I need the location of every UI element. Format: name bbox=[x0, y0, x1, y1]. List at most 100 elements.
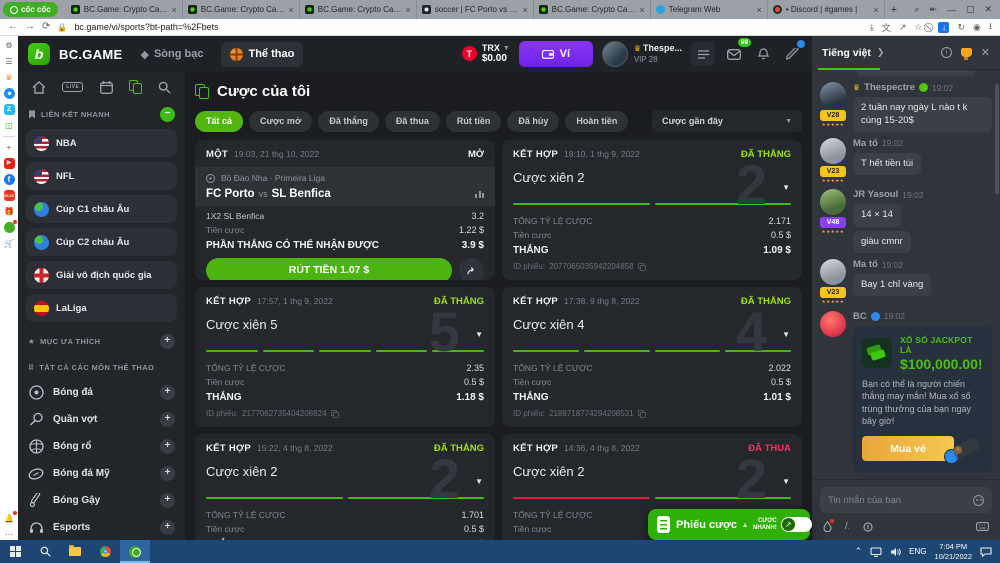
sidebar-item-cricket[interactable]: Bóng Gậy + bbox=[18, 487, 185, 514]
chat-rules-icon[interactable]: i bbox=[940, 47, 952, 58]
bcgame-logo-text[interactable]: BC.GAME bbox=[59, 47, 123, 62]
nav-sports[interactable]: Thể thao bbox=[221, 41, 304, 67]
chat-message-input[interactable] bbox=[828, 494, 967, 506]
mail-icon[interactable]: 99 bbox=[724, 38, 751, 66]
settings-gear-icon[interactable]: ⚙ bbox=[4, 40, 15, 51]
nav-casino[interactable]: ◆ Sòng bạc bbox=[132, 42, 213, 67]
sidebar-item-basketball[interactable]: Bóng rổ + bbox=[18, 433, 185, 460]
profile-icon[interactable]: ◉ bbox=[973, 22, 981, 33]
cashout-button[interactable]: RÚT TIỀN 1.07 $ bbox=[206, 257, 452, 280]
bell-icon[interactable] bbox=[753, 42, 773, 66]
sale-event-icon[interactable]: 25.10 bbox=[3, 190, 15, 201]
close-chat-icon[interactable]: ✕ bbox=[981, 46, 990, 59]
chat-messages[interactable]: Đặt cược Đặt cược 2092.50000 Lợi nhuận 2… bbox=[812, 70, 1000, 479]
sidebar-item-cup-c1[interactable]: Cúp C1 châu Âu bbox=[26, 195, 177, 223]
chevron-right-icon[interactable]: ❯ bbox=[877, 47, 885, 58]
chat-scrollbar[interactable] bbox=[995, 84, 999, 194]
rain-tip-icon[interactable] bbox=[823, 519, 834, 532]
address-bar[interactable]: bc.game/vi/sports?bt-path=%2Fbets bbox=[74, 22, 218, 32]
sort-dropdown[interactable]: Cược gần đây ▼ bbox=[652, 110, 802, 132]
copy-icon[interactable] bbox=[330, 409, 339, 418]
bookmark-star-icon[interactable]: ☆ bbox=[914, 22, 922, 33]
avatar[interactable] bbox=[820, 137, 846, 164]
avatar[interactable] bbox=[820, 189, 846, 216]
trophy-icon[interactable] bbox=[960, 48, 972, 60]
sidebar-item-nfl[interactable]: NFL bbox=[26, 162, 177, 190]
sidebar-item-tennis[interactable]: Quần vợt + bbox=[18, 406, 185, 433]
chat-username[interactable]: BC bbox=[853, 311, 867, 322]
games-icon[interactable]: ◫ bbox=[4, 120, 15, 131]
tab-close-icon[interactable]: × bbox=[289, 5, 294, 15]
chat-username[interactable]: Thespectre bbox=[864, 82, 915, 93]
filter-lost[interactable]: Đã thua bbox=[384, 110, 440, 132]
taskbar-search-icon[interactable] bbox=[30, 540, 60, 563]
stats-icon[interactable] bbox=[475, 190, 484, 198]
sidebar-item-american-football[interactable]: Bóng đá Mỹ + bbox=[18, 460, 185, 487]
chat-pin-icon[interactable] bbox=[782, 39, 806, 66]
copy-icon[interactable] bbox=[637, 262, 646, 271]
quick-bet-toggle[interactable]: ↗ bbox=[780, 517, 812, 532]
tab-close-icon[interactable]: × bbox=[406, 5, 411, 15]
currency-selector[interactable]: T TRX ▼ $0.00 bbox=[461, 43, 510, 64]
share-bet-button[interactable] bbox=[459, 257, 484, 280]
gift-icon[interactable]: 🎁 bbox=[4, 206, 15, 217]
filter-refund[interactable]: Hoàn tiền bbox=[565, 110, 629, 132]
window-maximize-button[interactable]: ▢ bbox=[966, 4, 975, 15]
search-icon[interactable] bbox=[158, 81, 171, 94]
slash-commands-icon[interactable]: /. bbox=[845, 521, 850, 532]
chat-username[interactable]: Ma tổ bbox=[853, 138, 878, 149]
clock[interactable]: 7:04 PM 10/21/2022 bbox=[934, 542, 972, 561]
expand-chevron-icon[interactable]: ▼ bbox=[782, 330, 790, 339]
avatar[interactable] bbox=[820, 82, 846, 109]
network-icon[interactable] bbox=[870, 546, 882, 557]
combo-title-row[interactable]: Cược xiên 2 2 ▼ bbox=[206, 451, 484, 507]
file-explorer-icon[interactable] bbox=[60, 540, 90, 563]
emoji-picker-icon[interactable] bbox=[973, 494, 984, 506]
expand-chevron-icon[interactable]: ▼ bbox=[782, 183, 790, 192]
add-shortcut-icon[interactable]: + bbox=[4, 142, 15, 153]
filter-all[interactable]: Tất cả bbox=[195, 110, 244, 132]
combo-title-row[interactable]: Cược xiên 5 5 ▼ bbox=[206, 304, 484, 360]
user-profile[interactable]: ♛ Thespe... VIP 28 bbox=[601, 41, 682, 67]
tab-close-icon[interactable]: × bbox=[757, 5, 762, 15]
rail-more-icon[interactable]: ⋯ bbox=[4, 529, 15, 540]
avatar[interactable] bbox=[820, 259, 846, 286]
buy-ticket-button[interactable]: Mua vé bbox=[862, 436, 954, 461]
tab-close-icon[interactable]: × bbox=[640, 5, 645, 15]
shopping-cart-icon[interactable]: 🛒 bbox=[4, 238, 15, 249]
expand-sport-button[interactable]: + bbox=[160, 520, 175, 535]
sidebar-item-national-league[interactable]: Giải vô địch quốc gia bbox=[26, 261, 177, 289]
forward-icon[interactable]: → bbox=[25, 22, 35, 32]
tab-close-icon[interactable]: × bbox=[874, 5, 879, 15]
my-bets-icon[interactable] bbox=[128, 80, 142, 94]
expand-sport-button[interactable]: + bbox=[160, 385, 175, 400]
browser-tab-active[interactable]: BC.Game: Crypto Casino × bbox=[534, 0, 651, 19]
filter-won[interactable]: Đã thắng bbox=[318, 110, 379, 132]
downloads-tray-icon[interactable]: ⭳ bbox=[989, 19, 992, 35]
expand-sport-button[interactable]: + bbox=[160, 439, 175, 454]
notification-bell-icon[interactable]: 🔔 bbox=[4, 511, 17, 524]
crown-rewards-icon[interactable]: ♛ bbox=[4, 72, 15, 83]
expand-chevron-icon[interactable]: ▼ bbox=[475, 477, 483, 486]
sidebar-item-cup-c2[interactable]: Cúp C2 châu Âu bbox=[26, 228, 177, 256]
sync-icon[interactable]: ↻ bbox=[957, 22, 965, 33]
expand-chevron-icon[interactable]: ▼ bbox=[782, 477, 790, 486]
language-indicator[interactable]: ENG bbox=[909, 547, 926, 556]
browser-tab[interactable]: BC.Game: Crypto Casino × bbox=[183, 0, 300, 19]
expand-chevron-icon[interactable]: ▼ bbox=[475, 330, 483, 339]
chrome-icon[interactable] bbox=[90, 540, 120, 563]
combo-title-row[interactable]: Cược xiên 4 4 ▼ bbox=[513, 304, 791, 360]
schedule-icon[interactable] bbox=[99, 80, 113, 94]
tab-close-icon[interactable]: × bbox=[172, 5, 177, 15]
sidebar-item-laliga[interactable]: LaLiga bbox=[26, 294, 177, 322]
chat-widget-icon[interactable] bbox=[3, 220, 17, 233]
tab-search-icon[interactable]: ⌕ bbox=[914, 4, 919, 15]
filter-cancelled[interactable]: Đã hủy bbox=[507, 110, 560, 132]
show-hidden-icons[interactable]: ⌃ bbox=[855, 546, 863, 557]
wallet-button[interactable]: Ví bbox=[518, 41, 593, 67]
chat-username[interactable]: Ma tổ bbox=[853, 259, 878, 270]
tab-back-icon[interactable]: ↞ bbox=[929, 4, 937, 15]
translate-icon[interactable]: 文 bbox=[882, 21, 891, 34]
start-button[interactable] bbox=[0, 540, 30, 563]
add-favorite-button[interactable]: + bbox=[160, 334, 175, 349]
